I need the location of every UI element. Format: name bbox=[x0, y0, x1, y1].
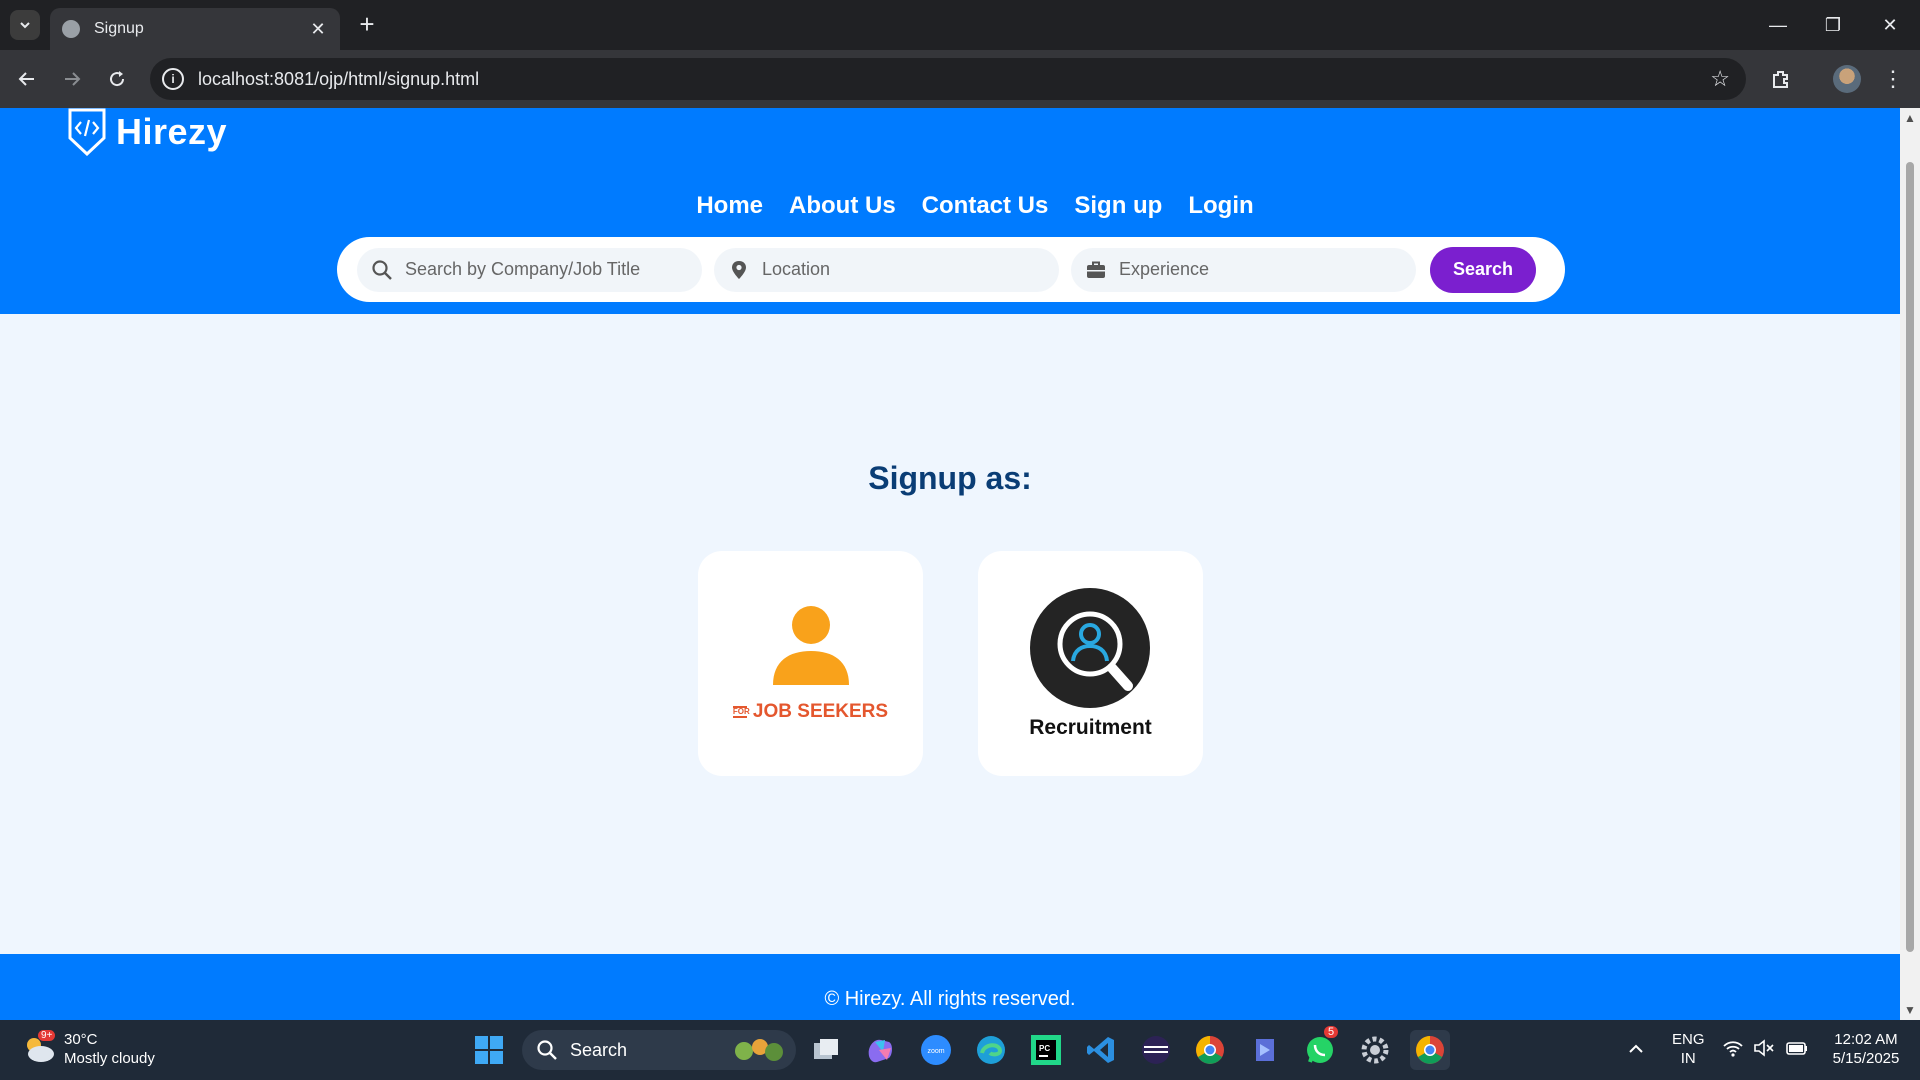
lang-line1: ENG bbox=[1672, 1031, 1705, 1048]
browser-toolbar: i localhost:8081/ojp/html/signup.html ☆ … bbox=[0, 50, 1920, 108]
globe-icon bbox=[62, 20, 80, 38]
new-tab-button[interactable]: + bbox=[352, 10, 382, 40]
windows-taskbar: 9+ 30°C Mostly cloudy Search zoom PC 5 E… bbox=[0, 1020, 1920, 1080]
job-search-bar: Search bbox=[337, 237, 1565, 302]
zoom-app-icon[interactable]: zoom bbox=[916, 1030, 956, 1070]
weather-widget[interactable]: 9+ 30°C Mostly cloudy bbox=[22, 1030, 155, 1068]
nav-about-us[interactable]: About Us bbox=[789, 192, 896, 220]
nav-sign-up[interactable]: Sign up bbox=[1074, 192, 1162, 220]
svg-text:zoom: zoom bbox=[927, 1048, 944, 1055]
job-seekers-label: FOR JOB SEEKERS bbox=[732, 700, 889, 723]
main-nav: Home About Us Contact Us Sign up Login bbox=[0, 192, 1900, 220]
chrome-active-icon[interactable] bbox=[1410, 1030, 1450, 1070]
taskbar-search[interactable]: Search bbox=[522, 1030, 796, 1070]
windows-start-icon[interactable] bbox=[469, 1030, 509, 1070]
bookmark-star-icon[interactable]: ☆ bbox=[1710, 66, 1730, 92]
job-seekers-option-card[interactable]: FOR JOB SEEKERS bbox=[698, 551, 923, 776]
weather-badge: 9+ bbox=[38, 1030, 56, 1041]
address-bar[interactable]: i localhost:8081/ojp/html/signup.html ☆ bbox=[150, 58, 1746, 100]
page-viewport: Hirezy Home About Us Contact Us Sign up … bbox=[0, 108, 1900, 1020]
taskbar-search-label: Search bbox=[570, 1039, 628, 1060]
task-view-icon[interactable] bbox=[806, 1030, 846, 1070]
clock[interactable]: 12:02 AM 5/15/2025 bbox=[1826, 1030, 1906, 1068]
tab-search-button[interactable] bbox=[10, 10, 40, 40]
nav-home[interactable]: Home bbox=[696, 192, 763, 220]
url-text[interactable]: localhost:8081/ojp/html/signup.html bbox=[198, 69, 1710, 90]
scroll-down-arrow-icon[interactable]: ▼ bbox=[1904, 1004, 1916, 1016]
show-hidden-icons-chevron-up-icon[interactable] bbox=[1628, 1040, 1644, 1059]
weather-text: 30°C Mostly cloudy bbox=[64, 1030, 155, 1068]
brand-name: Hirezy bbox=[116, 111, 228, 152]
site-footer: © Hirezy. All rights reserved. bbox=[0, 954, 1900, 1020]
page-title: Signup as: bbox=[868, 460, 1032, 496]
copyright-text: © Hirezy. All rights reserved. bbox=[824, 988, 1076, 1010]
weather-condition: Mostly cloudy bbox=[64, 1050, 155, 1067]
search-icon bbox=[372, 259, 392, 280]
experience-input[interactable] bbox=[1119, 259, 1402, 280]
info-icon[interactable]: i bbox=[162, 68, 184, 90]
scrollbar-thumb[interactable] bbox=[1906, 162, 1914, 952]
site-header: Hirezy Home About Us Contact Us Sign up … bbox=[0, 108, 1900, 314]
job-seeker-person-icon bbox=[772, 605, 849, 685]
company-search-input[interactable] bbox=[405, 259, 688, 280]
extensions-puzzle-icon[interactable] bbox=[1764, 62, 1798, 96]
for-label: FOR bbox=[732, 705, 750, 718]
battery-icon[interactable] bbox=[1785, 1039, 1809, 1062]
chrome-icon[interactable] bbox=[1190, 1030, 1230, 1070]
minimize-button[interactable]: — bbox=[1758, 10, 1798, 40]
site-logo[interactable]: Hirezy bbox=[66, 108, 227, 156]
browser-tab-bar: Signup ✕ + — ❐ ✕ bbox=[0, 0, 1920, 50]
whatsapp-icon[interactable]: 5 bbox=[1300, 1026, 1340, 1070]
experience-field bbox=[1071, 247, 1416, 292]
nav-login[interactable]: Login bbox=[1188, 192, 1253, 220]
clock-time: 12:02 AM bbox=[1834, 1031, 1898, 1048]
lang-line2: IN bbox=[1680, 1050, 1696, 1067]
recruitment-option-card[interactable]: Recruitment bbox=[978, 551, 1203, 776]
close-window-button[interactable]: ✕ bbox=[1870, 10, 1910, 40]
forward-arrow-icon[interactable] bbox=[55, 62, 89, 96]
tab-title: Signup bbox=[94, 20, 144, 37]
company-search-field bbox=[357, 247, 702, 292]
code-shield-icon bbox=[68, 108, 106, 156]
weather-temp: 30°C bbox=[64, 1031, 98, 1048]
eclipse-icon[interactable] bbox=[1136, 1030, 1176, 1070]
job-seekers-text: JOB SEEKERS bbox=[752, 700, 889, 722]
vscode-icon[interactable] bbox=[1081, 1030, 1121, 1070]
scroll-up-arrow-icon[interactable]: ▲ bbox=[1904, 112, 1916, 124]
nav-contact-us[interactable]: Contact Us bbox=[922, 192, 1049, 220]
search-highlight-icon bbox=[735, 1039, 783, 1061]
profile-avatar[interactable] bbox=[1833, 65, 1861, 93]
wifi-icon[interactable] bbox=[1723, 1039, 1743, 1062]
browser-tab[interactable]: Signup ✕ bbox=[50, 8, 340, 50]
cloud-sun-icon: 9+ bbox=[22, 1030, 56, 1064]
search-button[interactable]: Search bbox=[1430, 246, 1536, 293]
svg-text:PC: PC bbox=[1039, 1044, 1050, 1053]
close-tab-icon[interactable]: ✕ bbox=[308, 19, 328, 40]
back-arrow-icon[interactable] bbox=[10, 62, 44, 96]
recruiter-magnifier-icon bbox=[1029, 587, 1150, 708]
kebab-menu-icon[interactable]: ⋮ bbox=[1876, 62, 1910, 96]
power-automate-icon[interactable] bbox=[1245, 1030, 1285, 1070]
edge-browser-icon[interactable] bbox=[971, 1030, 1011, 1070]
page-scrollbar[interactable]: ▲ ▼ bbox=[1900, 108, 1920, 1020]
copilot-icon[interactable] bbox=[860, 1030, 900, 1070]
volume-muted-icon[interactable] bbox=[1753, 1039, 1775, 1062]
clock-date: 5/15/2025 bbox=[1832, 1050, 1900, 1067]
settings-gear-icon[interactable] bbox=[1355, 1030, 1395, 1070]
whatsapp-badge: 5 bbox=[1324, 1026, 1339, 1038]
reload-icon[interactable] bbox=[100, 62, 134, 96]
pycharm-icon[interactable]: PC bbox=[1026, 1030, 1066, 1070]
chevron-down-icon bbox=[20, 22, 30, 29]
location-field bbox=[714, 247, 1059, 292]
search-icon bbox=[537, 1040, 557, 1060]
recruitment-label: Recruitment bbox=[1029, 715, 1152, 739]
location-input[interactable] bbox=[762, 259, 1045, 280]
language-indicator[interactable]: ENG IN bbox=[1672, 1030, 1705, 1068]
briefcase-icon bbox=[1087, 261, 1105, 278]
location-pin-icon bbox=[732, 260, 746, 279]
restore-button[interactable]: ❐ bbox=[1813, 10, 1853, 40]
